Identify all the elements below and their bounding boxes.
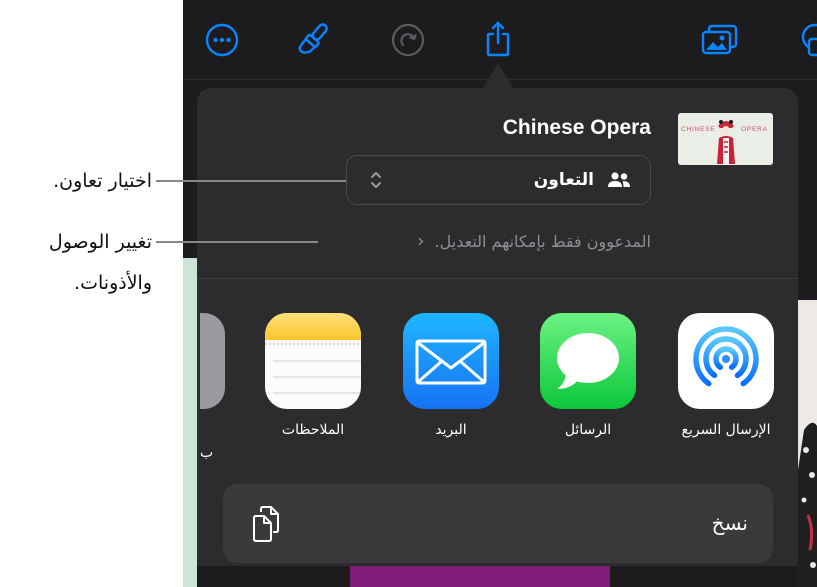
callout-change-access-line2: والأذونات. [74,272,152,294]
redo-icon[interactable] [391,23,425,57]
app-label-partial: ب [200,445,214,461]
slide-opera-image [798,300,817,587]
collaboration-selector[interactable]: التعاون [346,155,651,205]
collaboration-selected-label: التعاون [533,170,594,190]
access-summary-text: المدعوون فقط بإمكانهم التعديل. [434,232,651,251]
copy-label: نسخ [711,511,748,535]
callout-leader-line [156,180,346,182]
document-title: Chinese Opera [502,116,651,139]
app-label-mail: البريد [435,422,467,438]
access-permissions-link[interactable]: المدعوون فقط بإمكانهم التعديل. › [417,230,651,253]
share-apps-row[interactable]: ب الملاحظات البريد الرسائل الإرسال السري… [200,313,795,463]
popover-arrow [482,63,514,89]
thumbnail-text-left: CHINESE [681,126,716,133]
ipad-screen: Chinese Opera CHINESE OPERA التعاون المد… [183,0,817,587]
copy-button[interactable]: نسخ [223,484,773,563]
copy-icon [253,506,279,542]
callout-choose-collaboration: اختيار تعاون. [53,170,152,192]
chevron-up-down-icon [371,172,381,188]
slide-background [183,258,197,587]
share-target-notes[interactable]: الملاحظات [265,313,361,463]
divider [197,278,798,279]
app-label-airdrop: الإرسال السريع [681,422,771,438]
opera-figure-image [717,120,735,164]
callout-leader-line [156,241,318,243]
app-label-notes: الملاحظات [281,422,345,438]
share-target-messages[interactable]: الرسائل [540,313,636,463]
slide-title-bar [350,566,610,587]
airdrop-icon [678,313,774,409]
media-icon[interactable] [701,24,739,56]
share-sheet: Chinese Opera CHINESE OPERA التعاون المد… [197,88,798,566]
share-icon[interactable] [483,20,513,58]
people-icon [608,172,630,187]
chevron-icon: › [416,230,425,252]
paintbrush-icon[interactable] [296,20,330,60]
notes-icon [265,313,361,409]
app-icon[interactable] [200,313,225,409]
more-icon[interactable] [205,23,239,57]
thumbnail-text-right: OPERA [741,126,768,133]
share-target-airdrop[interactable]: الإرسال السريع [678,313,774,463]
share-target-mail[interactable]: البريد [403,313,499,463]
messages-icon [540,313,636,409]
mail-icon [403,313,499,409]
shapes-icon[interactable] [795,22,817,58]
document-thumbnail: CHINESE OPERA [678,113,773,165]
callout-change-access-line1: تغيير الوصول [48,231,152,253]
app-label-messages: الرسائل [564,422,612,438]
